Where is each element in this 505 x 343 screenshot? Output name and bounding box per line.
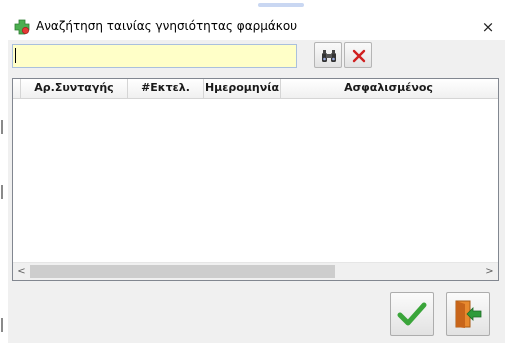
- close-button[interactable]: ×: [475, 15, 501, 39]
- scroll-thumb[interactable]: [30, 265, 335, 278]
- scroll-right-button[interactable]: >: [481, 263, 498, 280]
- left-window-edge: [0, 0, 8, 343]
- window-title: Αναζήτηση ταινίας γνησιότητας φαρμάκου: [36, 19, 298, 33]
- column-header-date[interactable]: Ημερομηνία: [204, 79, 281, 98]
- column-header-execution-no[interactable]: #Εκτελ.: [128, 79, 204, 98]
- grid-body[interactable]: [13, 99, 498, 262]
- edge-mark: [1, 120, 3, 134]
- ok-button[interactable]: [390, 292, 434, 336]
- clear-search-button[interactable]: [344, 42, 372, 68]
- pharmacy-cross-icon: [14, 19, 30, 35]
- find-button[interactable]: [314, 42, 342, 68]
- column-header-prescription-no[interactable]: Αρ.Συνταγής: [21, 79, 128, 98]
- edge-mark: [1, 185, 3, 199]
- dialog-window: Αναζήτηση ταινίας γνησιότητας φαρμάκου ×…: [0, 0, 505, 343]
- grid-header: Αρ.Συνταγής #Εκτελ. Ημερομηνία Ασφαλισμέ…: [13, 79, 498, 99]
- text-caret: [15, 48, 16, 63]
- exit-button[interactable]: [446, 292, 490, 336]
- title-bar: Αναζήτηση ταινίας γνησιότητας φαρμάκου ×: [8, 14, 505, 40]
- row-indicator-header: [13, 79, 21, 98]
- search-input[interactable]: [12, 44, 297, 68]
- green-check-icon: [397, 302, 427, 326]
- scroll-left-button[interactable]: <: [13, 263, 30, 280]
- exit-door-icon: [455, 300, 482, 328]
- red-x-icon: [352, 49, 366, 63]
- column-header-insured[interactable]: Ασφαλισμένος: [281, 79, 496, 98]
- results-grid[interactable]: Αρ.Συνταγής #Εκτελ. Ημερομηνία Ασφαλισμέ…: [12, 78, 499, 281]
- top-accent: [258, 3, 304, 7]
- top-strip: [8, 0, 505, 14]
- horizontal-scrollbar[interactable]: < >: [13, 262, 498, 280]
- edge-mark: [1, 318, 3, 332]
- binoculars-icon: [322, 50, 336, 62]
